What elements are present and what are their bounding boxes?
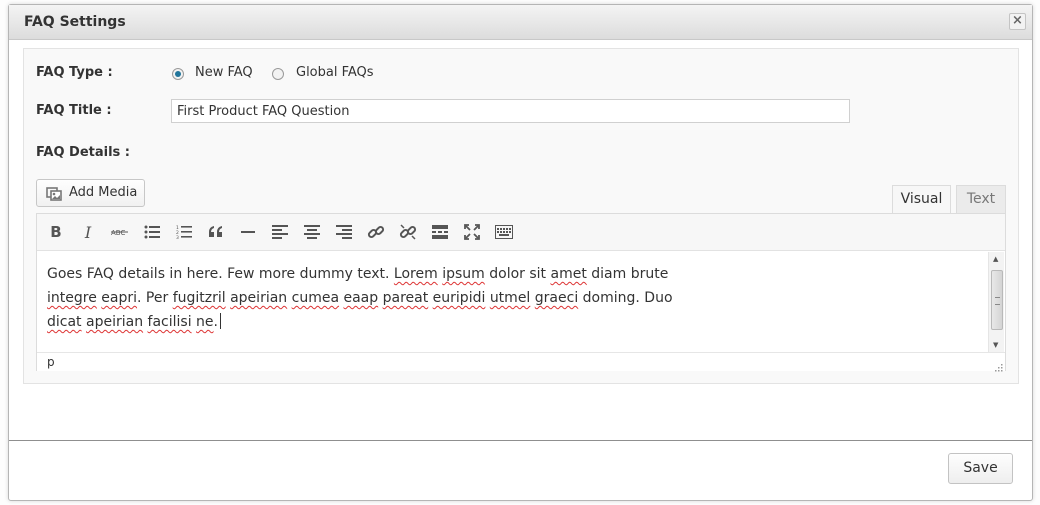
read-more-icon[interactable]	[428, 221, 452, 243]
faq-settings-dialog: FAQ Settings × FAQ Type : New FAQ Global…	[8, 4, 1033, 501]
misspelled-word: pareat	[382, 290, 429, 306]
misspelled-word: ne	[196, 314, 214, 330]
misspelled-word: apeirian	[230, 290, 288, 306]
misspelled-word: utmel	[489, 290, 531, 306]
resize-handle-icon[interactable]	[995, 361, 1003, 372]
italic-icon[interactable]: I	[76, 221, 100, 243]
remove-link-icon[interactable]	[396, 221, 420, 243]
tab-visual[interactable]: Visual	[892, 185, 951, 214]
faq-type-label: FAQ Type :	[36, 65, 113, 80]
global-faqs-radio[interactable]	[272, 68, 284, 80]
tab-text[interactable]: Text	[956, 185, 1006, 214]
faq-title-input[interactable]	[171, 99, 850, 123]
faq-details-label: FAQ Details :	[36, 145, 130, 160]
numbered-list-icon[interactable]: 123	[172, 221, 196, 243]
content-line: Goes FAQ details in here. Few more dummy…	[47, 262, 977, 286]
svg-text:ABC: ABC	[111, 229, 125, 237]
content-line: dicat apeirian facilisi ne.	[47, 310, 977, 334]
misspelled-word: euripidi	[432, 290, 486, 306]
scroll-thumb[interactable]	[991, 270, 1003, 330]
editor-content-area[interactable]: Goes FAQ details in here. Few more dummy…	[37, 252, 987, 352]
add-media-label: Add Media	[69, 185, 138, 200]
new-faq-radio[interactable]	[172, 68, 184, 80]
misspelled-word: eapri	[101, 290, 138, 306]
editor-scrollbar[interactable]: ▲ ▼	[988, 252, 1004, 352]
horizontal-rule-icon[interactable]	[236, 221, 260, 243]
scroll-up-icon[interactable]: ▲	[993, 255, 998, 263]
scroll-down-icon[interactable]: ▼	[993, 341, 998, 349]
rich-text-editor: B I ABC 123 Goes FAQ details in here. Fe…	[36, 213, 1006, 372]
svg-text:3: 3	[176, 235, 179, 239]
content-line: integre eapri. Per fugitzril apeirian cu…	[47, 286, 977, 310]
toolbar-toggle-icon[interactable]	[492, 221, 516, 243]
misspelled-word: cumea	[291, 290, 340, 306]
dialog-title: FAQ Settings	[24, 14, 126, 30]
strikethrough-icon[interactable]: ABC	[108, 221, 132, 243]
bold-icon[interactable]: B	[44, 221, 68, 243]
bullet-list-icon[interactable]	[140, 221, 164, 243]
misspelled-word: integre	[47, 290, 97, 306]
text-run: diam brute	[586, 266, 669, 282]
align-right-icon[interactable]	[332, 221, 356, 243]
misspelled-word: dicat	[47, 314, 82, 330]
text-run: .	[213, 314, 218, 330]
text-cursor	[220, 313, 221, 329]
blockquote-icon[interactable]	[204, 221, 228, 243]
add-media-icon	[46, 187, 62, 201]
text-run: . Per	[137, 290, 173, 306]
misspelled-word: amet	[550, 266, 587, 282]
faq-title-label: FAQ Title :	[36, 103, 112, 118]
new-faq-radio-label[interactable]: New FAQ	[195, 65, 253, 80]
text-run: Goes FAQ details in here. Few more dummy…	[47, 266, 394, 282]
misspelled-word: apeirian	[86, 314, 144, 330]
misspelled-word: eaap	[343, 290, 379, 306]
align-center-icon[interactable]	[300, 221, 324, 243]
add-media-button[interactable]: Add Media	[36, 179, 145, 207]
align-left-icon[interactable]	[268, 221, 292, 243]
editor-toolbar: B I ABC 123	[37, 214, 1005, 251]
global-faqs-radio-label[interactable]: Global FAQs	[296, 65, 374, 80]
close-button[interactable]: ×	[1009, 13, 1026, 30]
dialog-titlebar[interactable]: FAQ Settings ×	[9, 5, 1032, 40]
misspelled-word: fugitzril	[172, 290, 226, 306]
save-button[interactable]: Save	[948, 453, 1013, 484]
text-run: doming. Duo	[578, 290, 673, 306]
misspelled-word: ipsum	[442, 266, 485, 282]
insert-link-icon[interactable]	[364, 221, 388, 243]
misspelled-word: graeci	[534, 290, 579, 306]
misspelled-word: facilisi	[147, 314, 192, 330]
fullscreen-icon[interactable]	[460, 221, 484, 243]
editor-statusbar: p	[37, 352, 1005, 372]
text-run: dolor sit	[484, 266, 551, 282]
faq-form-panel: FAQ Type : New FAQ Global FAQs FAQ Title…	[23, 48, 1019, 384]
element-path[interactable]: p	[47, 355, 55, 369]
footer-divider	[9, 440, 1032, 441]
misspelled-word: Lorem	[393, 266, 438, 282]
